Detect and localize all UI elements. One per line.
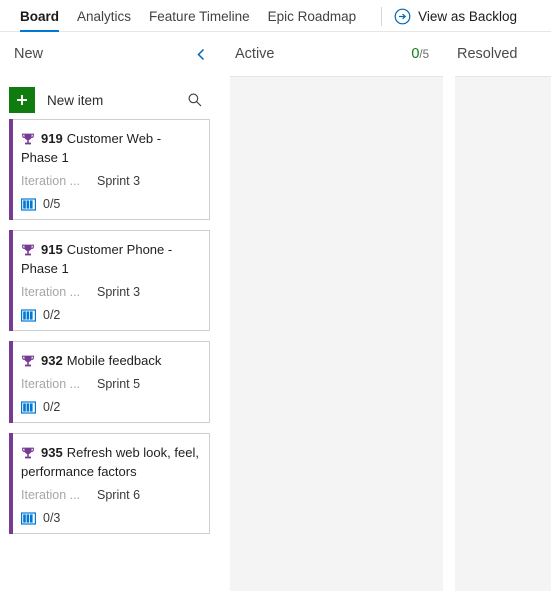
card-list-new: 919 Customer Web - Phase 1 Iteration ... … bbox=[9, 119, 210, 534]
card-field-label: Iteration ... bbox=[21, 174, 81, 188]
column-header-active: Active 0/5 bbox=[221, 32, 443, 76]
card-id: 935 bbox=[41, 445, 63, 460]
card-field-row: Iteration ... Sprint 3 bbox=[21, 174, 199, 188]
column-header-resolved: Resolved bbox=[443, 32, 551, 76]
card-progress-text: 0/2 bbox=[43, 400, 61, 414]
backlog-book-icon bbox=[21, 400, 37, 414]
card-field-value: Sprint 6 bbox=[97, 488, 141, 502]
plus-icon bbox=[9, 87, 35, 113]
card-progress-row: 0/2 bbox=[21, 400, 199, 414]
arrow-circle-right-icon bbox=[394, 8, 411, 25]
card-id: 932 bbox=[41, 353, 63, 368]
new-item-label: New item bbox=[47, 92, 104, 108]
card-field-value: Sprint 3 bbox=[97, 285, 141, 299]
kanban-board: New New item 919 Customer Web - Phase 1 … bbox=[0, 32, 551, 591]
top-navigation-bar: Board Analytics Feature Timeline Epic Ro… bbox=[0, 0, 551, 32]
table-row[interactable]: 915 Customer Phone - Phase 1 Iteration ..… bbox=[9, 230, 210, 331]
column-title-new: New bbox=[14, 46, 44, 62]
tab-board[interactable]: Board bbox=[11, 0, 68, 32]
column-toolbar-new: New item bbox=[9, 76, 210, 119]
trophy-icon bbox=[21, 243, 35, 257]
trophy-icon bbox=[21, 446, 35, 460]
column-title-resolved: Resolved bbox=[457, 46, 518, 62]
trophy-icon bbox=[21, 132, 35, 146]
card-title: Mobile feedback bbox=[66, 353, 162, 368]
board-column-active: Active 0/5 bbox=[221, 32, 443, 591]
column-body-new: New item 919 Customer Web - Phase 1 Iter… bbox=[0, 76, 221, 591]
backlog-book-icon bbox=[21, 308, 37, 322]
column-body-active[interactable] bbox=[221, 76, 443, 591]
table-row[interactable]: 932 Mobile feedback Iteration ... Sprint … bbox=[9, 341, 210, 423]
backlog-book-icon bbox=[21, 511, 37, 525]
view-as-backlog-label: View as Backlog bbox=[418, 8, 517, 24]
tab-epic-roadmap[interactable]: Epic Roadmap bbox=[259, 0, 366, 32]
tab-analytics-label: Analytics bbox=[77, 8, 132, 24]
card-field-label: Iteration ... bbox=[21, 377, 81, 391]
search-icon[interactable] bbox=[184, 89, 206, 111]
board-column-new: New New item 919 Customer Web - Phase 1 … bbox=[0, 32, 221, 591]
card-field-label: Iteration ... bbox=[21, 285, 81, 299]
chevron-left-icon[interactable] bbox=[193, 46, 209, 62]
column-header-new: New bbox=[0, 32, 221, 76]
column-title-active: Active bbox=[235, 46, 275, 62]
card-id: 915 bbox=[41, 242, 63, 257]
table-row[interactable]: 919 Customer Web - Phase 1 Iteration ... … bbox=[9, 119, 210, 220]
column-wip-limit: /5 bbox=[419, 49, 429, 61]
card-field-row: Iteration ... Sprint 5 bbox=[21, 377, 199, 391]
card-progress-text: 0/3 bbox=[43, 511, 61, 525]
tab-feature-timeline[interactable]: Feature Timeline bbox=[140, 0, 259, 32]
card-progress-row: 0/5 bbox=[21, 197, 199, 211]
card-progress-row: 0/2 bbox=[21, 308, 199, 322]
column-drop-zone-active[interactable] bbox=[230, 76, 443, 591]
card-field-value: Sprint 5 bbox=[97, 377, 141, 391]
nav-divider bbox=[381, 6, 383, 26]
card-title-row: 932 Mobile feedback bbox=[21, 351, 199, 370]
tab-epic-roadmap-label: Epic Roadmap bbox=[267, 8, 357, 24]
card-field-row: Iteration ... Sprint 3 bbox=[21, 285, 199, 299]
card-field-label: Iteration ... bbox=[21, 488, 81, 502]
card-title-row: 915 Customer Phone - Phase 1 bbox=[21, 240, 199, 278]
card-field-value: Sprint 3 bbox=[97, 174, 141, 188]
trophy-icon bbox=[21, 354, 35, 368]
new-item-button[interactable]: New item bbox=[9, 87, 115, 113]
card-progress-row: 0/3 bbox=[21, 511, 199, 525]
card-field-row: Iteration ... Sprint 6 bbox=[21, 488, 199, 502]
card-progress-text: 0/5 bbox=[43, 197, 61, 211]
backlog-book-icon bbox=[21, 197, 37, 211]
tab-feature-timeline-label: Feature Timeline bbox=[149, 8, 250, 24]
board-column-resolved: Resolved bbox=[443, 32, 551, 591]
column-drop-zone-resolved[interactable] bbox=[455, 76, 551, 591]
card-progress-text: 0/2 bbox=[43, 308, 61, 322]
card-title-row: 935 Refresh web look, feel, performance f… bbox=[21, 443, 199, 481]
card-id: 919 bbox=[41, 131, 63, 146]
new-column-content: New item 919 Customer Web - Phase 1 Iter… bbox=[0, 76, 221, 591]
column-body-resolved[interactable] bbox=[443, 76, 551, 591]
card-title-row: 919 Customer Web - Phase 1 bbox=[21, 129, 199, 167]
tab-board-label: Board bbox=[20, 8, 60, 24]
column-wip-count: 0/5 bbox=[411, 46, 429, 62]
tab-analytics[interactable]: Analytics bbox=[68, 0, 140, 32]
view-as-backlog-button[interactable]: View as Backlog bbox=[394, 8, 517, 25]
table-row[interactable]: 935 Refresh web look, feel, performance f… bbox=[9, 433, 210, 534]
